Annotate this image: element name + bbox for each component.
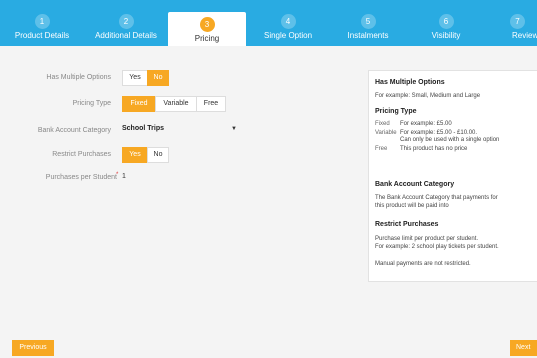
tab-label: Single Option bbox=[263, 31, 313, 40]
field-label: Purchases per Student bbox=[45, 174, 117, 181]
tab-visibility[interactable]: 6 Visibility bbox=[408, 0, 484, 46]
tab-product-details[interactable]: 1 Product Details bbox=[0, 0, 84, 46]
step-number: 4 bbox=[280, 14, 296, 29]
field-label: Bank Account Category bbox=[37, 127, 111, 134]
tab-additional-details[interactable]: 2 Additional Details bbox=[86, 0, 166, 46]
pricing-row: Free This product has no price bbox=[375, 146, 535, 155]
bank-account-select[interactable]: School Trips ▼ bbox=[122, 122, 239, 136]
help-panel: Has Multiple Options For example: Small,… bbox=[368, 70, 537, 282]
help-text: For example: 2 school play tickets per s… bbox=[375, 244, 499, 250]
step-number: 5 bbox=[360, 14, 376, 29]
purchases-per-student-input[interactable]: 1 bbox=[122, 170, 142, 184]
tab-label: Product Details bbox=[14, 31, 70, 40]
tab-label: Visibility bbox=[431, 31, 461, 40]
step-number: 3 bbox=[199, 17, 215, 32]
step-number: 6 bbox=[438, 14, 454, 29]
tab-label: Additional Details bbox=[95, 31, 157, 40]
help-text: Manual payments are not restricted. bbox=[375, 261, 471, 267]
pricing-row: Variable For example: £5.00 - £10.00. Ca… bbox=[375, 130, 535, 146]
next-button[interactable]: Next bbox=[510, 340, 537, 356]
field-label: Has Multiple Options bbox=[46, 74, 111, 81]
wizard-tabbar: 1 Product Details 2 Additional Details 3… bbox=[0, 0, 537, 46]
help-heading: Bank Account Category bbox=[375, 181, 455, 188]
pricing-desc-note: Can only be used with a single option bbox=[400, 137, 500, 143]
help-heading: Pricing Type bbox=[375, 108, 417, 115]
tab-pricing[interactable]: 3 Pricing bbox=[168, 12, 246, 46]
field-label: Restrict Purchases bbox=[52, 151, 111, 158]
multiple-options-no-button[interactable]: No bbox=[147, 70, 169, 86]
tab-label: Instalments bbox=[347, 31, 389, 40]
step-number: 1 bbox=[34, 14, 50, 29]
pricing-type-table: Fixed For example: £5.00 Variable For ex… bbox=[375, 121, 535, 155]
help-heading: Restrict Purchases bbox=[375, 221, 439, 228]
pricing-key: Free bbox=[375, 146, 388, 152]
pricing-key: Variable bbox=[375, 130, 397, 136]
restrict-no-button[interactable]: No bbox=[147, 147, 169, 163]
pricing-key: Fixed bbox=[375, 121, 390, 127]
help-heading: Has Multiple Options bbox=[375, 79, 445, 86]
tab-label: Pricing bbox=[194, 34, 220, 43]
pricing-desc: This product has no price bbox=[400, 146, 468, 152]
pricing-variable-button[interactable]: Variable bbox=[155, 96, 197, 112]
help-text: The Bank Account Category that payments … bbox=[375, 195, 498, 201]
help-text: this product will be paid into bbox=[375, 203, 449, 209]
bank-account-value: School Trips bbox=[122, 125, 165, 132]
help-text: For example: Small, Medium and Large bbox=[375, 93, 481, 99]
multiple-options-yes-button[interactable]: Yes bbox=[122, 70, 148, 86]
dropdown-caret-icon: ▼ bbox=[231, 126, 237, 132]
tab-label: Review bbox=[512, 31, 537, 40]
help-text: Purchase limit per product per student. bbox=[375, 236, 479, 242]
field-label: Pricing Type bbox=[72, 100, 111, 107]
tab-instalments[interactable]: 5 Instalments bbox=[330, 0, 406, 46]
restrict-yes-button[interactable]: Yes bbox=[122, 147, 148, 163]
pricing-row: Fixed For example: £5.00 bbox=[375, 121, 535, 130]
pricing-desc: For example: £5.00 bbox=[400, 121, 452, 127]
step-number: 7 bbox=[510, 14, 525, 29]
previous-button[interactable]: Previous bbox=[12, 340, 54, 356]
tab-review[interactable]: 7 Review bbox=[486, 0, 537, 46]
tab-single-option[interactable]: 4 Single Option bbox=[248, 0, 328, 46]
required-asterisk: * bbox=[116, 172, 119, 178]
pricing-fixed-button[interactable]: Fixed bbox=[122, 96, 156, 112]
pricing-free-button[interactable]: Free bbox=[196, 96, 226, 112]
pricing-desc: For example: £5.00 - £10.00. bbox=[400, 130, 478, 136]
step-number: 2 bbox=[118, 14, 134, 29]
